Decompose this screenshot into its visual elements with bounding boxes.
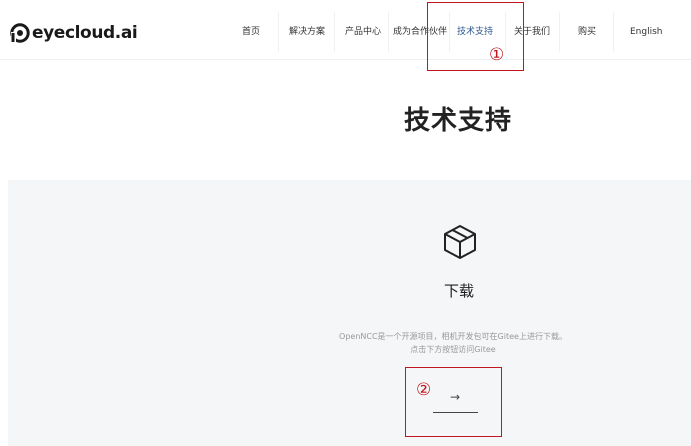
download-title: 下载 (443, 282, 474, 300)
annotation-label-2: ② (416, 380, 432, 400)
annotation-box-1 (427, 2, 524, 71)
description-line: 点击下方按钮访问Gitee (410, 345, 496, 354)
page: eyecloud.ai 首页 解决方案 产品中心 成为合作伙伴 技术支持 关于我… (0, 0, 691, 446)
nav-divider (613, 12, 614, 52)
description-line: OpenNCC是一个开源项目，相机开发包可在Gitee上进行下载。 (339, 332, 567, 341)
nav-divider (559, 12, 560, 52)
nav-products[interactable]: 产品中心 (345, 24, 381, 40)
download-description: OpenNCC是一个开源项目，相机开发包可在Gitee上进行下载。 点击下方按钮… (300, 330, 606, 356)
nav-divider (278, 12, 279, 52)
box-icon (444, 225, 476, 259)
page-title: 技术支持 (403, 106, 512, 136)
annotation-label-1: ① (489, 45, 505, 65)
site-header: eyecloud.ai 首页 解决方案 产品中心 成为合作伙伴 技术支持 关于我… (0, 0, 691, 60)
nav-solutions[interactable]: 解决方案 (289, 24, 325, 40)
nav-english[interactable]: English (630, 24, 663, 40)
nav-divider (388, 12, 389, 52)
nav-divider (334, 12, 335, 52)
site-logo[interactable]: eyecloud.ai (10, 21, 138, 45)
logo-text: eyecloud.ai (32, 23, 138, 43)
nav-buy[interactable]: 购买 (578, 24, 596, 40)
eye-logo-icon (10, 23, 30, 43)
annotation-box-2 (405, 367, 502, 437)
nav-home[interactable]: 首页 (242, 24, 260, 40)
download-panel (8, 180, 691, 446)
